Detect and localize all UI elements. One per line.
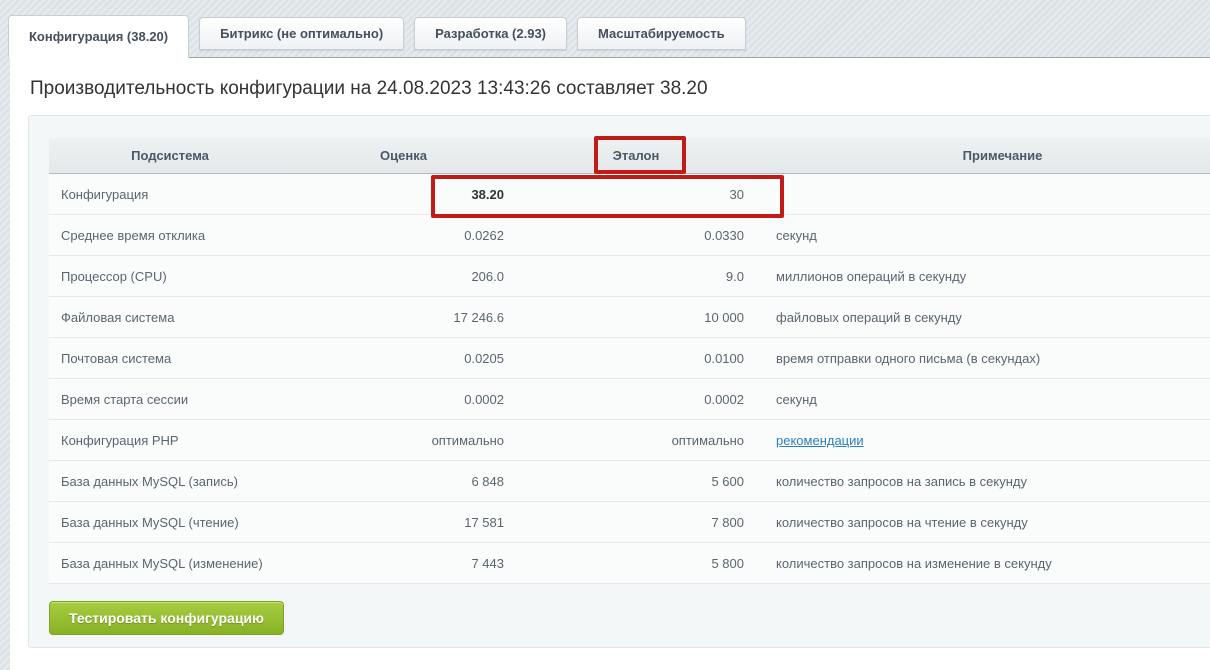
test-configuration-button[interactable]: Тестировать конфигурацию — [49, 601, 284, 635]
cell-reference: 10 000 — [516, 297, 756, 338]
tab-1[interactable]: Конфигурация (38.20) — [8, 15, 189, 58]
cell-note: миллионов операций в секунду — [756, 256, 1210, 297]
cell-reference: 0.0100 — [516, 338, 756, 379]
cell-reference: 0.0330 — [516, 215, 756, 256]
cell-subsystem: Конфигурация PHP — [49, 420, 291, 461]
table-body: Конфигурация38.2030Среднее время отклика… — [49, 174, 1210, 584]
cell-score: 0.0002 — [291, 379, 516, 420]
cell-note: количество запросов на чтение в секунду — [756, 502, 1210, 543]
table-row: Среднее время отклика0.02620.0330секунд — [49, 215, 1210, 256]
cell-reference: 7 800 — [516, 502, 756, 543]
table-row: Почтовая система0.02050.0100время отправ… — [49, 338, 1210, 379]
cell-subsystem: Среднее время отклика — [49, 215, 291, 256]
cell-reference: 9.0 — [516, 256, 756, 297]
tab-4[interactable]: Масштабируемость — [577, 17, 746, 50]
table-row: Конфигурация PHPоптимальнооптимальнореко… — [49, 420, 1210, 461]
table-header-row: ПодсистемаОценкаЭталонПримечание — [49, 138, 1210, 174]
cell-reference: оптимально — [516, 420, 756, 461]
cell-subsystem: База данных MySQL (изменение) — [49, 543, 291, 584]
cell-score: 17 581 — [291, 502, 516, 543]
cell-note: файловых операций в секунду — [756, 297, 1210, 338]
tab-2[interactable]: Битрикс (не оптимально) — [199, 17, 404, 50]
cell-reference: 5 800 — [516, 543, 756, 584]
cell-score: 38.20 — [291, 174, 516, 215]
column-header-3: Эталон — [516, 138, 756, 174]
cell-score: 206.0 — [291, 256, 516, 297]
column-header-2: Оценка — [291, 138, 516, 174]
table-row: Файловая система17 246.610 000файловых о… — [49, 297, 1210, 338]
page: Конфигурация (38.20) Битрикс (не оптималь… — [0, 0, 1210, 670]
tab-bar: Конфигурация (38.20) Битрикс (не оптималь… — [0, 0, 1210, 57]
cell-subsystem: Процессор (CPU) — [49, 256, 291, 297]
column-header-1: Подсистема — [49, 138, 291, 174]
cell-subsystem: Почтовая система — [49, 338, 291, 379]
cell-reference: 30 — [516, 174, 756, 215]
cell-subsystem: Файловая система — [49, 297, 291, 338]
performance-table: ПодсистемаОценкаЭталонПримечание Конфигу… — [49, 138, 1210, 584]
table-row: База данных MySQL (запись)6 8485 600коли… — [49, 461, 1210, 502]
performance-panel: ПодсистемаОценкаЭталонПримечание Конфигу… — [28, 115, 1210, 648]
cell-note: рекомендации — [756, 420, 1210, 461]
cell-score: 7 443 — [291, 543, 516, 584]
table-row: База данных MySQL (чтение)17 5817 800кол… — [49, 502, 1210, 543]
cell-note: количество запросов на запись в секунду — [756, 461, 1210, 502]
cell-score: 0.0205 — [291, 338, 516, 379]
cell-reference: 5 600 — [516, 461, 756, 502]
tab-3[interactable]: Разработка (2.93) — [414, 17, 567, 50]
cell-score: 0.0262 — [291, 215, 516, 256]
cell-subsystem: База данных MySQL (запись) — [49, 461, 291, 502]
cell-note: время отправки одного письма (в секундах… — [756, 338, 1210, 379]
cell-score: оптимально — [291, 420, 516, 461]
cell-subsystem: Конфигурация — [49, 174, 291, 215]
cell-score: 17 246.6 — [291, 297, 516, 338]
table-row: Конфигурация38.2030 — [49, 174, 1210, 215]
table-row: Время старта сессии0.00020.0002секунд — [49, 379, 1210, 420]
cell-reference: 0.0002 — [516, 379, 756, 420]
table-row: База данных MySQL (изменение)7 4435 800к… — [49, 543, 1210, 584]
page-title: Производительность конфигурации на 24.08… — [10, 58, 1210, 100]
table-row: Процессор (CPU)206.09.0миллионов операци… — [49, 256, 1210, 297]
cell-subsystem: Время старта сессии — [49, 379, 291, 420]
recommendations-link[interactable]: рекомендации — [776, 433, 864, 448]
cell-subsystem: База данных MySQL (чтение) — [49, 502, 291, 543]
cell-note: секунд — [756, 379, 1210, 420]
cell-note — [756, 174, 1210, 215]
cell-note: количество запросов на изменение в секун… — [756, 543, 1210, 584]
cell-note: секунд — [756, 215, 1210, 256]
cell-score: 6 848 — [291, 461, 516, 502]
column-header-4: Примечание — [756, 138, 1210, 174]
content-area: Производительность конфигурации на 24.08… — [10, 57, 1210, 670]
